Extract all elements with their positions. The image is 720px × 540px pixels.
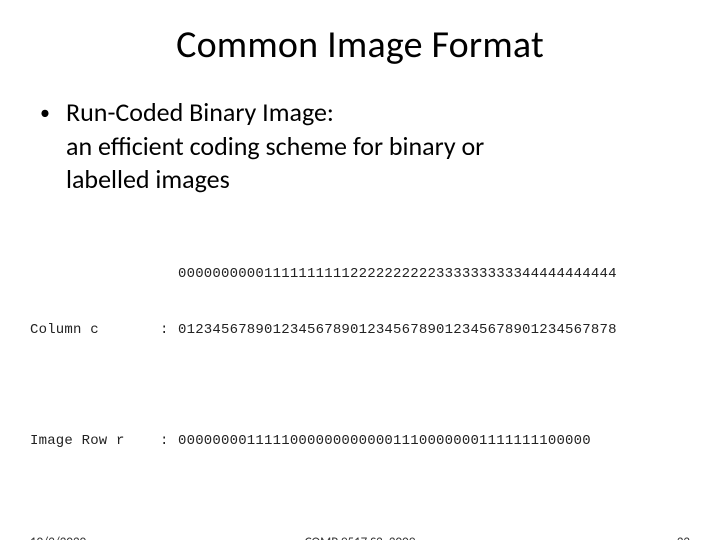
bullet-dot: • [40,96,66,130]
colon: : [160,321,178,340]
slide-body: • Run-Coded Binary Image: an efficient c… [0,96,720,195]
column-row: Column c : 01234567890123456789012345678… [30,321,720,340]
footer-center: COMP 9517 S2, 2009 [0,535,720,540]
colon: : [160,432,178,451]
slide-title: Common Image Format [0,22,720,68]
column-label: Column c [30,321,160,340]
image-row-label: Image Row r [30,432,160,451]
bullet-line-1: Run-Coded Binary Image: [66,96,680,129]
column-digits-bottom: 0123456789012345678901234567890123456789… [178,321,720,340]
bullet-item: • Run-Coded Binary Image: [40,96,680,130]
blank-label [30,265,160,284]
footer-page-number: 22 [677,535,690,540]
slide: Common Image Format • Run-Coded Binary I… [0,22,720,540]
code-block: 0000000000111111111122222222223333333333… [30,227,720,540]
blank-colon [160,265,178,284]
image-row-val: 0000000011111000000000000111000000011111… [178,432,720,451]
column-digits-top: 0000000000111111111122222222223333333333… [178,265,720,284]
bullet-line-3: labelled images [40,163,680,196]
bullet-line-2: an efficient coding scheme for binary or [40,130,680,163]
image-row: Image Row r : 00000000111110000000000001… [30,432,720,451]
column-header-top: 0000000000111111111122222222223333333333… [30,265,720,284]
